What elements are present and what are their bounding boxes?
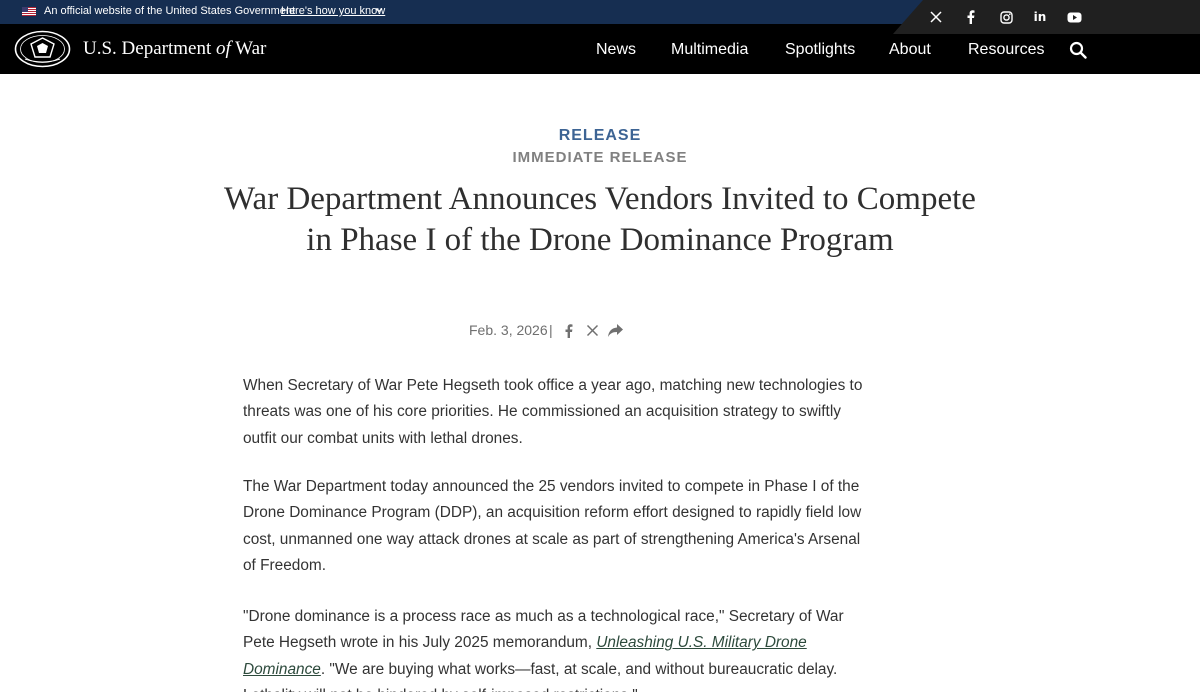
us-flag-icon bbox=[22, 7, 36, 16]
article-subcategory: IMMEDIATE RELEASE bbox=[512, 149, 688, 166]
quote-text-after: . "We are buying what works—fast, at sca… bbox=[243, 660, 838, 692]
nav-about[interactable]: About bbox=[889, 41, 931, 59]
gov-banner-text: An official website of the United States… bbox=[44, 5, 296, 17]
nav-spotlights[interactable]: Spotlights bbox=[785, 41, 855, 59]
youtube-icon[interactable] bbox=[1065, 8, 1083, 26]
article-paragraph-2: The War Department today announced the 2… bbox=[243, 478, 862, 574]
nav-multimedia[interactable]: Multimedia bbox=[671, 41, 748, 59]
x-icon[interactable] bbox=[586, 324, 599, 337]
article-date: Feb. 3, 2026 bbox=[469, 322, 548, 338]
article-paragraph-1: When Secretary of War Pete Hegseth took … bbox=[243, 377, 863, 447]
article-meta: Feb. 3, 2026 | bbox=[0, 321, 1200, 341]
site-title-of: of bbox=[215, 38, 231, 59]
article-category[interactable]: RELEASE bbox=[0, 127, 1200, 145]
chevron-down-icon[interactable] bbox=[374, 5, 384, 15]
site-title[interactable]: U.S. Department of War bbox=[83, 38, 266, 60]
heres-how-you-know-link[interactable]: Here's how you know bbox=[281, 5, 385, 17]
facebook-icon[interactable] bbox=[563, 324, 575, 338]
x-icon[interactable] bbox=[927, 8, 945, 26]
social-links-bar: in bbox=[893, 0, 1200, 34]
meta-separator: | bbox=[549, 322, 553, 338]
article-headline: War Department Announces Vendors Invited… bbox=[224, 181, 976, 258]
article-paragraph-3: "Drone dominance is a process race as mu… bbox=[243, 604, 863, 692]
facebook-icon[interactable] bbox=[962, 8, 980, 26]
site-title-part-2: War bbox=[230, 38, 267, 59]
department-seal-logo[interactable] bbox=[14, 30, 71, 68]
share-forward-icon[interactable] bbox=[607, 323, 624, 338]
search-icon[interactable] bbox=[1069, 41, 1087, 59]
site-title-part-1: U.S. Department bbox=[83, 38, 216, 59]
linkedin-glyph: in bbox=[1033, 10, 1047, 24]
nav-resources[interactable]: Resources bbox=[968, 41, 1044, 59]
instagram-icon[interactable] bbox=[997, 8, 1015, 26]
nav-news[interactable]: News bbox=[596, 41, 636, 59]
linkedin-icon[interactable]: in bbox=[1031, 8, 1049, 26]
